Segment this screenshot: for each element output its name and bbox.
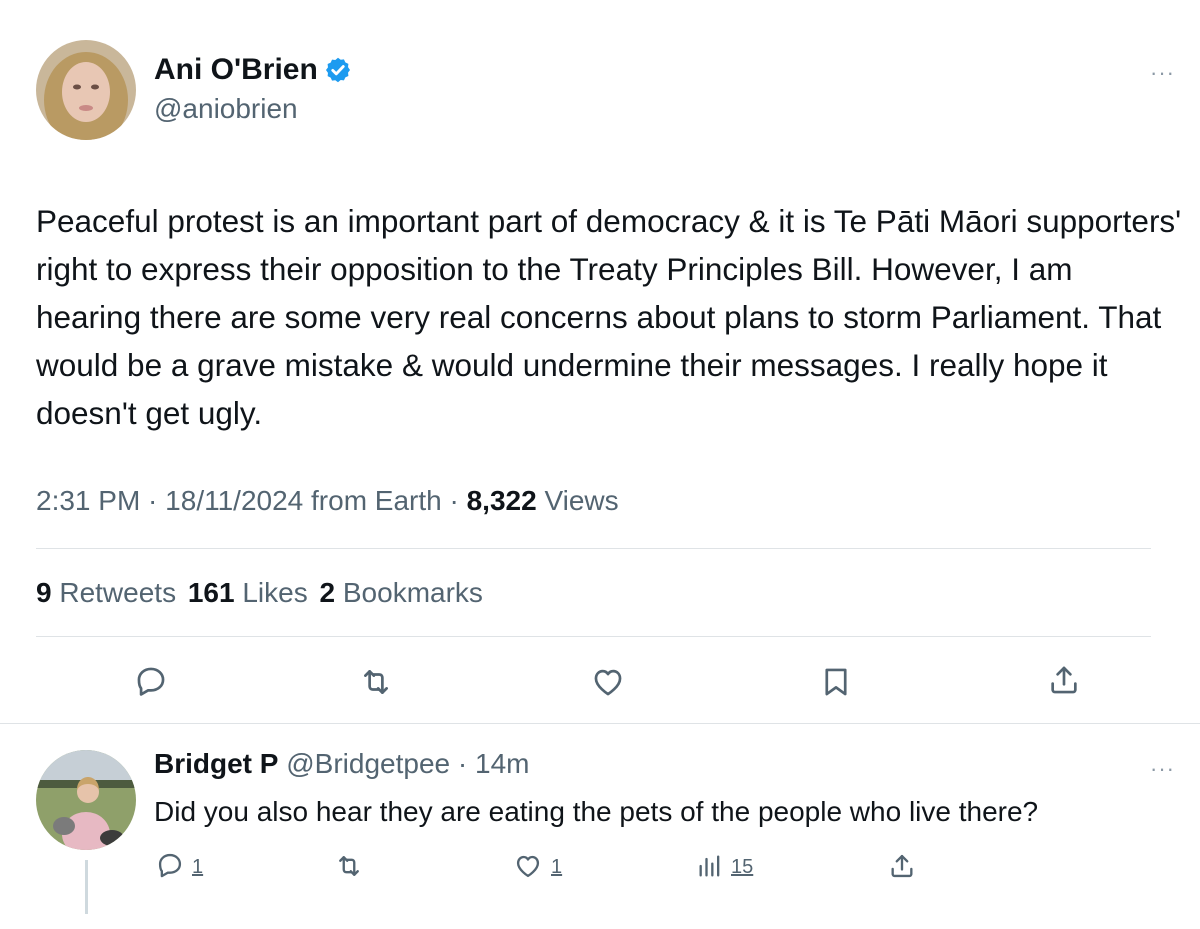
reply-text: Did you also hear they are eating the pe… (154, 796, 1039, 827)
author-handle[interactable]: @aniobrien (154, 93, 298, 125)
retweet-icon[interactable] (358, 665, 394, 699)
like-icon[interactable] (590, 665, 626, 699)
bookmarks-stat[interactable]: 2 Bookmarks (320, 577, 483, 608)
divider (36, 548, 1151, 549)
reply-like-count[interactable]: 1 (551, 856, 562, 879)
reply-icon[interactable] (134, 664, 168, 698)
share-icon[interactable] (888, 851, 916, 881)
reply-author-handle[interactable]: @Bridgetpee (286, 748, 450, 779)
tweet-source: from Earth (303, 485, 442, 516)
divider (36, 636, 1151, 637)
tweet-date[interactable]: 18/11/2024 (165, 485, 303, 516)
likes-stat[interactable]: 161 Likes (188, 577, 308, 608)
reply-age[interactable]: 14m (475, 748, 529, 779)
divider (0, 723, 1200, 724)
views-icon[interactable] (696, 852, 724, 880)
share-icon[interactable] (1047, 662, 1081, 698)
like-icon[interactable] (513, 852, 543, 880)
more-icon[interactable]: ··· (1150, 62, 1175, 84)
reply-icon[interactable] (156, 851, 184, 879)
verified-badge-icon (324, 56, 352, 84)
engagement-stats: 9 Retweets 161 Likes 2 Bookmarks (36, 577, 483, 609)
more-icon[interactable]: ··· (1150, 758, 1175, 780)
author-name[interactable]: Ani O'Brien (154, 53, 318, 87)
retweet-icon[interactable] (334, 852, 364, 880)
tweet-text: Peaceful protest is an important part of… (36, 203, 1182, 431)
tweet-meta: 2:31 PM · 18/11/2024 from Earth · 8,322 … (36, 485, 619, 516)
bookmark-icon[interactable] (819, 664, 853, 700)
retweets-stat[interactable]: 9 Retweets (36, 577, 176, 608)
thread-line (85, 860, 88, 914)
tweet-time[interactable]: 2:31 PM (36, 485, 140, 516)
reply-reply-count[interactable]: 1 (192, 856, 203, 879)
reply-author-avatar[interactable] (36, 750, 136, 850)
author-avatar[interactable] (36, 40, 136, 140)
views-label: Views (536, 485, 619, 516)
views-count: 8,322 (466, 485, 537, 516)
reply-author-name[interactable]: Bridget P (154, 748, 278, 779)
reply-views-count[interactable]: 15 (731, 856, 753, 879)
